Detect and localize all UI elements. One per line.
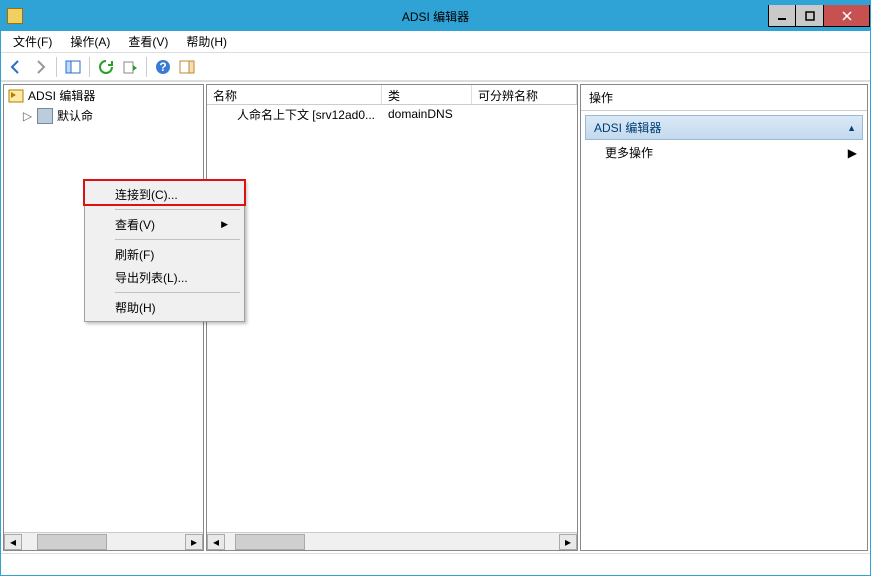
export-icon [122, 59, 138, 75]
context-menu-label: 导出列表(L)... [115, 269, 188, 286]
context-menu-separator [115, 292, 240, 293]
context-menu-label: 连接到(C)... [115, 186, 178, 203]
scroll-left-button[interactable]: ◂ [207, 534, 225, 550]
context-menu-connect[interactable]: 连接到(C)... [87, 183, 242, 206]
context-menu-label: 查看(V) [115, 216, 155, 233]
column-header-dn[interactable]: 可分辨名称 [472, 85, 577, 104]
menu-file[interactable]: 文件(F) [5, 31, 60, 52]
context-menu-refresh[interactable]: 刷新(F) [87, 243, 242, 266]
action-group-title[interactable]: ADSI 编辑器 ▲ [585, 115, 863, 140]
container-icon [37, 108, 53, 124]
action-group-label: ADSI 编辑器 [594, 119, 661, 136]
menu-help[interactable]: 帮助(H) [178, 31, 235, 52]
toolbar-separator [56, 57, 57, 77]
list-panel: 名称 类 可分辨名称 人命名上下文 [srv12ad0... domainDNS… [206, 84, 578, 551]
tree-h-scrollbar[interactable]: ◂ ▸ [4, 532, 203, 550]
status-bar [1, 553, 870, 575]
list-header: 名称 类 可分辨名称 [207, 85, 577, 105]
chevron-right-icon: ▶ [848, 146, 857, 160]
list-row[interactable]: 人命名上下文 [srv12ad0... domainDNS [207, 105, 577, 123]
action-pane-icon [179, 59, 195, 75]
app-window: ADSI 编辑器 文件(F) 操作(A) 查看(V) 帮助(H) [0, 0, 871, 576]
panel-icon [65, 59, 81, 75]
column-header-class[interactable]: 类 [382, 85, 472, 104]
menubar: 文件(F) 操作(A) 查看(V) 帮助(H) [1, 31, 870, 53]
toolbar: ? [1, 53, 870, 81]
tree-item-label: 默认命 [57, 107, 93, 124]
adsi-editor-icon [8, 88, 24, 104]
context-menu-label: 帮助(H) [115, 299, 156, 316]
context-menu: 连接到(C)... 查看(V) ▶ 刷新(F) 导出列表(L)... 帮助(H) [84, 180, 245, 322]
actions-panel: 操作 ADSI 编辑器 ▲ 更多操作 ▶ [580, 84, 868, 551]
submenu-arrow-icon: ▶ [221, 219, 228, 230]
scroll-thumb[interactable] [235, 534, 305, 550]
scroll-thumb[interactable] [37, 534, 107, 550]
context-menu-export-list[interactable]: 导出列表(L)... [87, 266, 242, 289]
menu-view[interactable]: 查看(V) [120, 31, 176, 52]
scroll-right-button[interactable]: ▸ [185, 534, 203, 550]
context-menu-separator [115, 209, 240, 210]
svg-text:?: ? [159, 60, 166, 74]
help-button[interactable]: ? [152, 56, 174, 78]
show-action-pane-button[interactable] [176, 56, 198, 78]
arrow-left-icon [8, 59, 24, 75]
action-more-operations[interactable]: 更多操作 ▶ [585, 140, 863, 165]
list-cell-dn [472, 112, 577, 116]
tree-item-default-naming-context[interactable]: ▷ 默认命 [8, 106, 203, 125]
show-hide-tree-button[interactable] [62, 56, 84, 78]
toolbar-separator [89, 57, 90, 77]
client-area: ADSI 编辑器 ▷ 默认命 ◂ ▸ 名称 类 [1, 81, 870, 553]
context-menu-help[interactable]: 帮助(H) [87, 296, 242, 319]
refresh-icon [98, 59, 114, 75]
help-icon: ? [155, 59, 171, 75]
tree-root[interactable]: ADSI 编辑器 [4, 85, 203, 106]
titlebar: ADSI 编辑器 [1, 1, 870, 31]
tree-root-label: ADSI 编辑器 [28, 87, 95, 104]
chevron-up-icon: ▲ [847, 123, 856, 133]
export-list-button[interactable] [119, 56, 141, 78]
list-cell-name: 人命名上下文 [srv12ad0... [237, 106, 375, 123]
list-cell-class: domainDNS [382, 105, 472, 123]
window-title: ADSI 编辑器 [1, 8, 870, 25]
list-body: 人命名上下文 [srv12ad0... domainDNS [207, 105, 577, 532]
scroll-right-button[interactable]: ▸ [559, 534, 577, 550]
scroll-track[interactable] [22, 534, 185, 550]
refresh-button[interactable] [95, 56, 117, 78]
menu-action[interactable]: 操作(A) [62, 31, 118, 52]
context-menu-label: 刷新(F) [115, 246, 154, 263]
forward-button[interactable] [29, 56, 51, 78]
column-header-name[interactable]: 名称 [207, 85, 382, 104]
toolbar-separator [146, 57, 147, 77]
action-link-label: 更多操作 [605, 144, 653, 161]
actions-header: 操作 [581, 85, 867, 111]
scroll-track[interactable] [225, 534, 559, 550]
expand-toggle[interactable]: ▷ [22, 109, 33, 123]
context-menu-view[interactable]: 查看(V) ▶ [87, 213, 242, 236]
list-h-scrollbar[interactable]: ◂ ▸ [207, 532, 577, 550]
arrow-right-icon [32, 59, 48, 75]
scroll-left-button[interactable]: ◂ [4, 534, 22, 550]
context-menu-separator [115, 239, 240, 240]
back-button[interactable] [5, 56, 27, 78]
